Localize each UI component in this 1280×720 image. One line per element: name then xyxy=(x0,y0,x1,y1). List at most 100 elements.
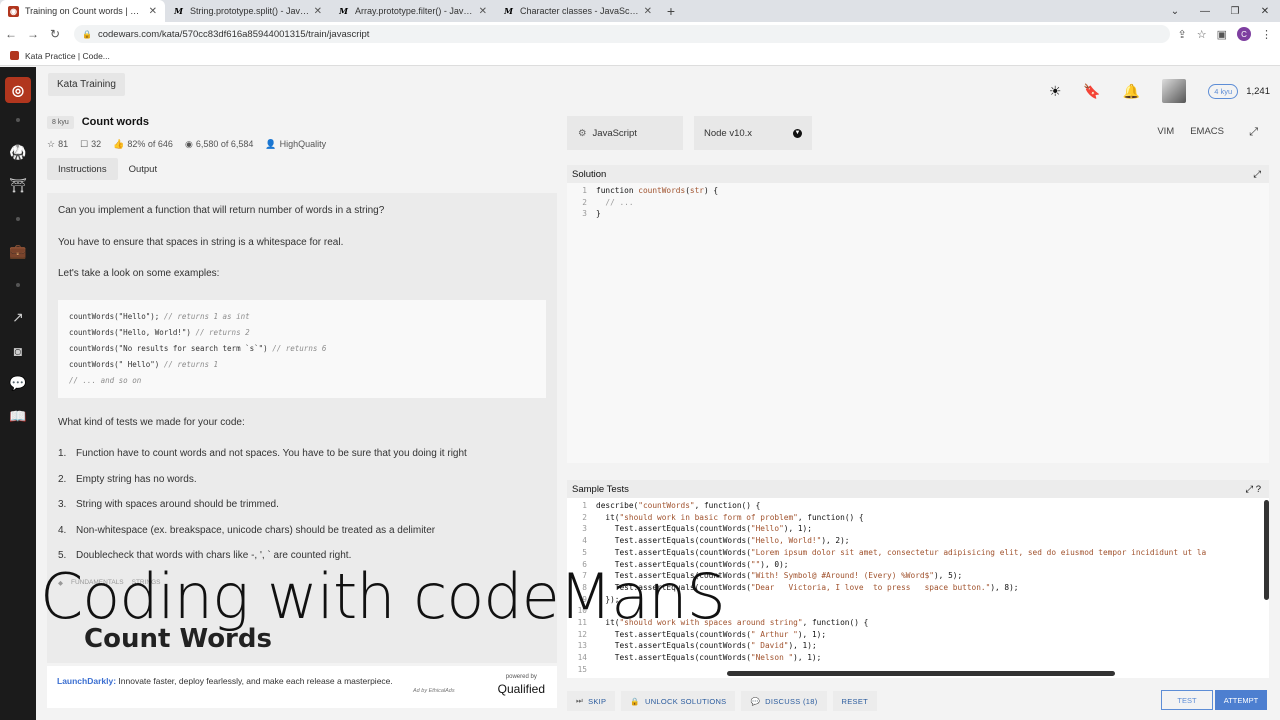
chevron-down-icon: ▼ xyxy=(793,128,802,138)
practice-icon[interactable]: 🥋 xyxy=(0,136,36,169)
skip-icon: ⏭ xyxy=(576,696,584,705)
code-line: // ... and so on xyxy=(69,375,142,385)
sample-tests-label: Sample Tests xyxy=(572,483,629,495)
reset-button[interactable]: RESET xyxy=(832,691,878,711)
tab-search-icon[interactable]: ⌄ xyxy=(1160,0,1190,22)
ad-brand: LaunchDarkly: xyxy=(57,676,117,686)
list-item: 2. Empty string has no words. xyxy=(58,473,197,485)
back-icon[interactable]: ← xyxy=(0,27,22,41)
tab-title: String.prototype.split() - JavaScript xyxy=(190,6,310,16)
vertical-scrollbar[interactable] xyxy=(1264,500,1269,600)
expand-icon[interactable]: ⤢ xyxy=(1245,484,1253,495)
solution-editor[interactable]: 1 2 3 function countWords(str) { // ... … xyxy=(567,183,1269,463)
url-field[interactable]: 🔒 codewars.com/kata/570cc83df616a8594400… xyxy=(74,25,1170,43)
ethical-ad[interactable]: LaunchDarkly: Innovate faster, deploy fe… xyxy=(47,666,557,708)
tab-output[interactable]: Output xyxy=(118,158,169,180)
tab-title: Character classes - JavaScript | M xyxy=(520,6,640,16)
unlock-solutions-button[interactable]: 🔒 UNLOCK SOLUTIONS xyxy=(621,691,736,711)
app-sidebar: ◎ 🥋 ⛩ 💼 ↗ ◙ 💬 📖 xyxy=(0,67,36,720)
solution-panel: Solution ⤢ 1 2 3 function countWords(str… xyxy=(567,165,1269,463)
test-button[interactable]: TEST xyxy=(1161,690,1213,710)
powered-by: powered by Qualified xyxy=(497,674,545,696)
profile-avatar[interactable]: C xyxy=(1237,27,1251,41)
ad-text: Innovate faster, deploy fearlessly, and … xyxy=(116,676,393,686)
help-icon[interactable]: ? xyxy=(1256,484,1261,495)
browser-tab-bar: ◉ Training on Count words | Codewars ✕ M… xyxy=(0,0,1280,22)
mdn-favicon-icon: M xyxy=(174,6,183,16)
share-icon[interactable]: ⇪ xyxy=(1178,28,1187,41)
close-tab-icon[interactable]: ✕ xyxy=(644,6,652,17)
horizontal-scrollbar[interactable] xyxy=(727,671,1115,676)
discord-icon[interactable]: ◙ xyxy=(0,334,36,367)
close-tab-icon[interactable]: ✕ xyxy=(149,6,157,17)
menu-kebab-icon[interactable]: ⋮ xyxy=(1261,28,1272,41)
kata-title: Count words xyxy=(81,116,149,128)
leaderboard-icon[interactable]: ↗ xyxy=(0,301,36,334)
runtime-selector[interactable]: Node v10.x ▼ xyxy=(694,116,812,150)
docs-book-icon[interactable]: 📖 xyxy=(0,400,36,433)
notifications-bell-icon[interactable]: 🔔 xyxy=(1123,83,1140,100)
ad-attribution[interactable]: Ad by EthicalAds xyxy=(413,688,455,694)
video-overlay-title: Coding with codeManS xyxy=(40,560,726,633)
user-icon: 👤 xyxy=(265,139,277,149)
theme-sun-icon[interactable]: ☀ xyxy=(1049,83,1062,100)
browser-tab-filter[interactable]: M Array.prototype.filter() - JavaScript … xyxy=(330,0,495,22)
bookmarks-bar: Kata Practice | Code... xyxy=(0,46,1280,66)
forward-icon[interactable]: → xyxy=(22,27,44,41)
lock-icon: 🔒 xyxy=(630,696,640,706)
expand-icon[interactable]: ⤢ xyxy=(1253,169,1261,180)
skip-button[interactable]: ⏭ SKIP xyxy=(567,691,616,711)
list-item: 1. Function have to count words and not s… xyxy=(58,448,467,459)
video-overlay-subtitle: Count Words xyxy=(84,624,272,654)
close-window-icon[interactable]: ✕ xyxy=(1250,0,1280,22)
runtime-label: Node v10.x xyxy=(704,127,753,139)
javascript-icon: ⚙ xyxy=(578,127,587,139)
stars-stat[interactable]: ☆ 81 xyxy=(47,139,68,150)
chat-icon[interactable]: 💬 xyxy=(0,367,36,400)
sidepanel-icon[interactable]: ▣ xyxy=(1217,28,1227,41)
fullscreen-icon[interactable]: ⤢ xyxy=(1249,126,1258,139)
code-line: countWords(" Hello") // returns 1 xyxy=(69,359,219,369)
thumbs-up-icon: 👍 xyxy=(113,139,125,149)
tab-instructions[interactable]: Instructions xyxy=(47,158,118,180)
emacs-mode-toggle[interactable]: EMACS xyxy=(1190,126,1224,137)
description-paragraph: What kind of tests we made for your code… xyxy=(58,416,245,428)
close-tab-icon[interactable]: ✕ xyxy=(479,6,487,17)
browser-tab-codewars[interactable]: ◉ Training on Count words | Codewars ✕ xyxy=(0,0,165,22)
reload-icon[interactable]: ↻ xyxy=(44,27,66,41)
minimize-icon[interactable]: — xyxy=(1190,0,1220,22)
briefcase-icon[interactable]: 💼 xyxy=(0,235,36,268)
author-stat[interactable]: 👤 HighQuality xyxy=(265,139,326,150)
attempt-button[interactable]: ATTEMPT xyxy=(1215,690,1267,710)
bookmark-star-icon[interactable]: ☆ xyxy=(1197,28,1207,41)
sidebar-separator xyxy=(0,268,36,301)
vim-mode-toggle[interactable]: VIM xyxy=(1157,126,1174,137)
sidebar-separator xyxy=(0,202,36,235)
bookmark-icon: ☐ xyxy=(80,139,89,149)
app-topbar: Kata Training ☀ 🔖 🔔 4 kyu 1,241 xyxy=(36,67,1280,113)
browser-tab-split[interactable]: M String.prototype.split() - JavaScript … xyxy=(165,0,330,22)
code-line: countWords("Hello, World!") // returns 2 xyxy=(69,327,250,337)
new-tab-button[interactable]: + xyxy=(660,0,682,22)
tab-title: Array.prototype.filter() - JavaScript xyxy=(355,6,475,16)
language-selector[interactable]: ⚙ JavaScript xyxy=(567,116,683,150)
bookmarks-icon[interactable]: 🔖 xyxy=(1083,83,1100,100)
codewars-logo-icon[interactable]: ◎ xyxy=(5,77,31,103)
list-item: 4. Non-whitespace (ex. breakspace, unicod… xyxy=(58,524,436,536)
description-paragraph: Let's take a look on some examples: xyxy=(58,268,220,279)
list-item: 3. String with spaces around should be tr… xyxy=(58,499,279,510)
browser-tab-charclasses[interactable]: M Character classes - JavaScript | M ✕ xyxy=(495,0,660,22)
maximize-icon[interactable]: ❐ xyxy=(1220,0,1250,22)
kata-tabs: Instructions Output xyxy=(47,158,557,180)
kata-stats: ☆ 81 ☐ 32 👍 82% of 646 ◉ 6,580 of 6,584 👤 Hig… xyxy=(47,139,557,150)
bookmark-kata-practice[interactable]: Kata Practice | Code... xyxy=(25,51,110,61)
dojo-icon[interactable]: ⛩ xyxy=(0,169,36,202)
action-bar: ⏭ SKIP 🔒 UNLOCK SOLUTIONS 💬 DISCUSS (18) RE… xyxy=(567,690,1269,712)
solution-code: function countWords(str) { // ... } xyxy=(596,186,719,219)
close-tab-icon[interactable]: ✕ xyxy=(314,6,322,17)
kata-training-label[interactable]: Kata Training xyxy=(48,73,125,96)
discuss-button[interactable]: 💬 DISCUSS (18) xyxy=(741,691,827,711)
user-avatar[interactable] xyxy=(1162,79,1187,103)
code-line: countWords("No results for search term `… xyxy=(69,343,327,353)
collections-stat[interactable]: ☐ 32 xyxy=(80,139,101,150)
